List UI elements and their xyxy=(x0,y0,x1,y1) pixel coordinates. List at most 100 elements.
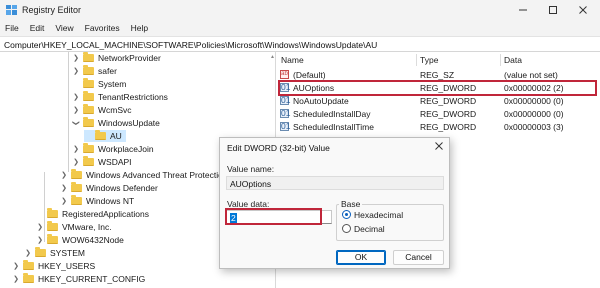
string-value-icon: ab xyxy=(280,70,289,79)
value-name-field[interactable]: AUOptions xyxy=(226,176,444,190)
tree-node-vmware[interactable]: ❯ VMware, Inc. xyxy=(36,221,112,233)
column-separator[interactable] xyxy=(500,54,501,66)
chevron-right-icon[interactable]: ❯ xyxy=(72,66,80,76)
radio-hexadecimal-label[interactable]: Hexadecimal xyxy=(354,210,403,220)
chevron-right-icon[interactable]: ❯ xyxy=(36,222,44,232)
ok-button[interactable]: OK xyxy=(336,250,386,265)
tree-node-workplacejoin[interactable]: ❯ WorkplaceJoin xyxy=(72,143,154,155)
chevron-right-icon[interactable]: ❯ xyxy=(60,183,68,193)
chevron-right-icon[interactable]: ❯ xyxy=(72,105,80,115)
tree-node-system[interactable]: System xyxy=(72,78,126,90)
chevron-right-icon[interactable]: ❯ xyxy=(72,92,80,102)
value-data: 0x00000003 (3) xyxy=(504,122,564,132)
radio-decimal[interactable] xyxy=(342,224,351,233)
no-expander xyxy=(36,209,44,219)
cancel-button[interactable]: Cancel xyxy=(393,250,444,265)
tree-node-windowsupdate[interactable]: ❯ WindowsUpdate xyxy=(72,117,160,129)
tree-node-label: HKEY_CURRENT_CONFIG xyxy=(38,274,146,284)
value-data: 0x00000000 (0) xyxy=(504,109,564,119)
chevron-down-icon[interactable]: ❯ xyxy=(71,119,81,127)
value-name: NoAutoUpdate xyxy=(293,96,349,106)
folder-icon xyxy=(71,195,82,205)
value-name: (Default) xyxy=(293,70,326,80)
tree-node-windows-advanced-threat-protection[interactable]: ❯ Windows Advanced Threat Protectio xyxy=(60,169,223,181)
tree-node-windows-nt[interactable]: ❯ Windows NT xyxy=(60,195,134,207)
chevron-right-icon[interactable]: ❯ xyxy=(24,248,32,258)
tree-node-label: NetworkProvider xyxy=(98,53,161,63)
value-row-default[interactable]: ab (Default) REG_SZ (value not set) xyxy=(277,69,600,81)
maximize-icon xyxy=(549,6,557,14)
value-name: ScheduledInstallDay xyxy=(293,109,371,119)
value-row-noautoupdate[interactable]: 01 NoAutoUpdate REG_DWORD 0x00000000 (0) xyxy=(277,95,600,107)
value-type: REG_DWORD xyxy=(420,109,477,119)
dword-value-icon: 01 xyxy=(280,95,291,105)
tree-node-hkey-users[interactable]: ❯ HKEY_USERS xyxy=(12,260,95,272)
folder-icon xyxy=(83,65,94,75)
value-data-text: 2 xyxy=(230,213,237,223)
chevron-right-icon[interactable]: ❯ xyxy=(12,261,20,271)
value-data-field[interactable]: 2 xyxy=(226,210,332,224)
value-data-label: Value data: xyxy=(227,199,270,209)
minimize-icon xyxy=(519,9,527,11)
menu-file[interactable]: File xyxy=(4,23,20,33)
column-header-name[interactable]: Name xyxy=(281,55,304,65)
chevron-right-icon[interactable]: ❯ xyxy=(12,274,20,284)
scroll-up-icon[interactable]: ▲ xyxy=(270,54,275,60)
tree-node-label: Windows Advanced Threat Protectio xyxy=(86,170,223,180)
value-row-scheduledinstallday[interactable]: 01 ScheduledInstallDay REG_DWORD 0x00000… xyxy=(277,108,600,120)
dialog-close-button[interactable] xyxy=(432,140,446,154)
menu-view[interactable]: View xyxy=(54,23,74,33)
tree-node-label: SYSTEM xyxy=(50,248,85,258)
value-type: REG_SZ xyxy=(420,70,455,80)
address-bar[interactable]: Computer\HKEY_LOCAL_MACHINE\SOFTWARE\Pol… xyxy=(0,36,600,52)
tree-node-label: HKEY_USERS xyxy=(38,261,96,271)
chevron-right-icon[interactable]: ❯ xyxy=(60,196,68,206)
folder-icon xyxy=(71,182,82,192)
close-button[interactable] xyxy=(568,0,598,20)
dialog-title: Edit DWORD (32-bit) Value xyxy=(227,143,330,153)
tree-node-label: WindowsUpdate xyxy=(98,118,160,128)
folder-icon xyxy=(47,221,58,231)
minimize-button[interactable] xyxy=(508,0,538,20)
tree-node-registeredapplications[interactable]: RegisteredApplications xyxy=(36,208,149,220)
value-row-scheduledinstalltime[interactable]: 01 ScheduledInstallTime REG_DWORD 0x0000… xyxy=(277,121,600,133)
value-row-auoptions[interactable]: 01 AUOptions REG_DWORD 0x00000002 (2) xyxy=(277,82,600,94)
radio-hexadecimal[interactable] xyxy=(342,210,351,219)
tree-node-hkey-current-config[interactable]: ❯ HKEY_CURRENT_CONFIG xyxy=(12,273,145,285)
chevron-right-icon[interactable]: ❯ xyxy=(72,144,80,154)
column-header-type[interactable]: Type xyxy=(420,55,438,65)
close-icon xyxy=(579,6,587,14)
folder-icon xyxy=(23,260,34,270)
chevron-right-icon[interactable]: ❯ xyxy=(72,157,80,167)
chevron-right-icon[interactable]: ❯ xyxy=(60,170,68,180)
tree-node-label: TenantRestrictions xyxy=(98,92,168,102)
tree-node-safer[interactable]: ❯ safer xyxy=(72,65,117,77)
tree-node-system-hive[interactable]: ❯ SYSTEM xyxy=(24,247,85,259)
tree-node-wow6432node[interactable]: ❯ WOW6432Node xyxy=(36,234,124,246)
tree-node-label: safer xyxy=(98,66,117,76)
title-bar[interactable]: Registry Editor xyxy=(0,0,600,20)
tree-node-wsdapi[interactable]: ❯ WSDAPI xyxy=(72,156,132,168)
registry-editor-window: Registry Editor File Edit View Favorites… xyxy=(0,0,600,288)
chevron-right-icon[interactable]: ❯ xyxy=(72,53,80,63)
tree-node-label: AU xyxy=(110,131,122,141)
value-name: AUOptions xyxy=(293,83,335,93)
radio-decimal-label[interactable]: Decimal xyxy=(354,224,385,234)
tree-node-networkprovider[interactable]: ❯ NetworkProvider xyxy=(72,52,161,64)
tree-node-label: System xyxy=(98,79,127,89)
tree-node-windows-defender[interactable]: ❯ Windows Defender xyxy=(60,182,158,194)
column-separator[interactable] xyxy=(416,54,417,66)
menu-favorites[interactable]: Favorites xyxy=(84,23,121,33)
chevron-right-icon[interactable]: ❯ xyxy=(36,235,44,245)
tree-node-wcmsvc[interactable]: ❯ WcmSvc xyxy=(72,104,132,116)
folder-icon xyxy=(71,169,82,179)
menu-edit[interactable]: Edit xyxy=(29,23,46,33)
maximize-button[interactable] xyxy=(538,0,568,20)
tree-node-label: VMware, Inc. xyxy=(62,222,112,232)
tree-node-au[interactable]: AU xyxy=(84,130,126,142)
menu-help[interactable]: Help xyxy=(130,23,149,33)
folder-icon xyxy=(47,234,58,244)
tree-node-tenantrestrictions[interactable]: ❯ TenantRestrictions xyxy=(72,91,168,103)
column-header-data[interactable]: Data xyxy=(504,55,522,65)
value-type: REG_DWORD xyxy=(420,122,477,132)
